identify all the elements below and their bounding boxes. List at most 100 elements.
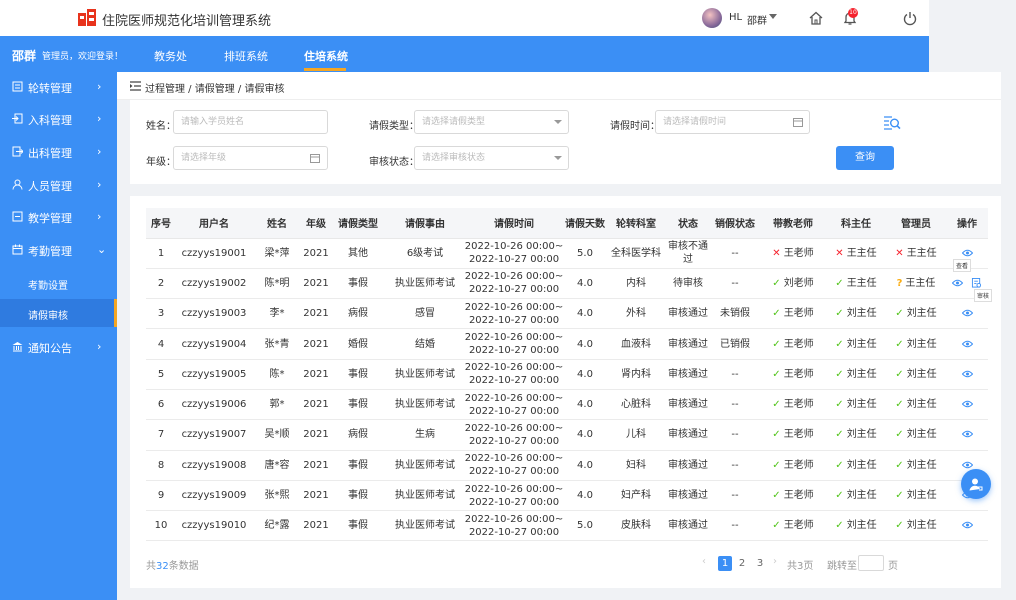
cell-teacher: ✓ 王老师 — [760, 510, 826, 542]
sidebar-item-discharge[interactable]: 出科管理 › — [0, 137, 117, 167]
cell-director: ✓ 王主任 — [826, 268, 886, 300]
welcome-text: 管理员，欢迎登录！ — [42, 52, 124, 62]
cell-username: czzyys19008 — [176, 450, 252, 481]
check-icon: ✓ — [835, 459, 844, 471]
view-icon[interactable] — [961, 339, 973, 350]
sidebar-subitem-leave-review[interactable]: 请假审核 — [0, 299, 117, 327]
cell-leave-type: 婚假 — [330, 328, 386, 360]
cell-reason: 执业医师考试 — [386, 268, 464, 300]
sidebar-item-label: 出科管理 — [28, 147, 72, 160]
leave-start: 2022-10-26 00:00~ — [464, 241, 564, 253]
check-icon: ✓ — [895, 399, 904, 411]
view-icon[interactable] — [961, 429, 973, 440]
cell-director: ✓ 刘主任 — [826, 510, 886, 542]
sidebar-item-teaching[interactable]: 教学管理 › — [0, 202, 117, 232]
cell-leave-time: 2022-10-26 00:00~ 2022-10-27 00:00 — [464, 510, 564, 542]
view-icon[interactable] — [961, 369, 973, 380]
cell-name: 梁*萍 — [252, 238, 302, 269]
grade-picker[interactable] — [173, 146, 328, 170]
next-page-icon[interactable]: › — [773, 556, 777, 567]
nav-item-scheduling[interactable]: 排班系统 — [224, 48, 268, 64]
cell-username: czzyys19003 — [176, 298, 252, 330]
leave-start: 2022-10-26 00:00~ — [464, 332, 564, 344]
sidebar-item-personnel[interactable]: 人员管理 › — [0, 170, 117, 200]
view-icon[interactable] — [961, 248, 973, 259]
check-icon: ✓ — [835, 308, 844, 320]
audit-icon[interactable] — [971, 277, 982, 289]
customer-service-button[interactable] — [961, 469, 991, 499]
leave-end: 2022-10-27 00:00 — [468, 435, 560, 447]
cell-no: 10 — [146, 510, 176, 542]
power-icon[interactable] — [902, 10, 918, 26]
cell-leave-type: 事假 — [330, 268, 386, 300]
home-icon[interactable] — [808, 10, 824, 26]
cell-no: 6 — [146, 389, 176, 421]
sidebar-subitem-label: 请假审核 — [28, 311, 68, 322]
leave-type-select[interactable] — [414, 110, 569, 134]
name-input[interactable] — [173, 110, 328, 134]
leave-start: 2022-10-26 00:00~ — [464, 453, 564, 465]
approver-name: 王老师 — [783, 429, 814, 441]
check-icon: ✓ — [895, 429, 904, 441]
leave-end: 2022-10-27 00:00 — [468, 496, 560, 508]
sidebar-subitem-attendance-settings[interactable]: 考勤设置 — [0, 269, 117, 297]
total-count: 共32条数据 — [146, 557, 199, 572]
sidebar: 轮转管理 › 入科管理 › 出科管理 › 人员管理 › 教学管理 › 考勤管理 … — [0, 72, 117, 600]
user-role[interactable]: 邵群 — [747, 12, 767, 27]
total-suffix: 条数据 — [168, 561, 199, 572]
cell-department: 皮肤科 — [606, 510, 666, 542]
sidebar-item-attendance[interactable]: 考勤管理 ⌄ — [0, 235, 117, 265]
table-row: 9 czzyys19009 张*熙 2021 事假 执业医师考试 2022-10-26 00… — [146, 480, 988, 512]
sidebar-item-admission[interactable]: 入科管理 › — [0, 104, 117, 134]
approver-name: 刘主任 — [906, 368, 937, 380]
cell-days: 5.0 — [564, 238, 606, 269]
view-icon[interactable] — [961, 399, 973, 410]
breadcrumb-bar: 过程管理 / 请假管理 / 请假审核 — [117, 72, 1001, 100]
check-icon: ✓ — [772, 520, 781, 532]
cell-grade: 2021 — [302, 419, 330, 451]
nav-item-academic-affairs[interactable]: 教务处 — [154, 48, 187, 64]
sidebar-item-notices[interactable]: 通知公告 › — [0, 332, 117, 362]
cell-no: 2 — [146, 268, 176, 300]
approver-name: 王老师 — [783, 368, 814, 380]
cell-admin: ✕ 王主任 — [886, 238, 946, 269]
cell-admin: ✓ 刘主任 — [886, 389, 946, 421]
view-icon[interactable] — [952, 278, 963, 289]
view-icon[interactable] — [961, 308, 973, 319]
cell-teacher: ✓ 王老师 — [760, 298, 826, 330]
leave-type-label: 请假类型： — [369, 121, 419, 132]
cell-leave-type: 病假 — [330, 419, 386, 451]
cell-grade: 2021 — [302, 389, 330, 421]
review-status-label: 审核状态： — [369, 157, 419, 168]
advanced-search-icon[interactable] — [883, 115, 901, 131]
leave-start: 2022-10-26 00:00~ — [464, 513, 564, 525]
calendar-icon — [12, 244, 23, 255]
sidebar-item-rotation[interactable]: 轮转管理 › — [0, 72, 117, 102]
nav-item-residency[interactable]: 住培系统 — [304, 48, 348, 64]
cell-grade: 2021 — [302, 450, 330, 481]
cell-department: 全科医学科 — [606, 238, 666, 269]
cell-reason: 6级考试 — [386, 238, 464, 269]
jump-label: 跳转至 — [827, 561, 857, 572]
cell-teacher: ✓ 王老师 — [760, 419, 826, 451]
page-jump-input[interactable] — [858, 555, 884, 571]
avatar[interactable] — [702, 8, 722, 28]
breadcrumb: 过程管理 / 请假管理 / 请假审核 — [145, 84, 285, 95]
notification-badge: 10 — [848, 8, 858, 18]
review-status-select[interactable] — [414, 146, 569, 170]
page-number[interactable]: 3 — [753, 556, 767, 571]
approver-name: 王老师 — [783, 490, 814, 502]
nav-user-name: 邵群 — [12, 49, 37, 63]
prev-page-icon[interactable]: ‹ — [702, 556, 706, 567]
chevron-down-icon[interactable] — [769, 14, 777, 19]
view-icon[interactable] — [961, 520, 973, 531]
table-row: 8 czzyys19008 唐*容 2021 事假 执业医师考试 2022-10-26 00… — [146, 450, 988, 481]
leave-time-picker[interactable] — [655, 110, 810, 134]
menu-fold-icon[interactable] — [130, 81, 141, 91]
cell-grade: 2021 — [302, 480, 330, 512]
user-name[interactable]: HL — [729, 12, 742, 23]
query-button[interactable]: 查询 — [836, 146, 894, 170]
cell-username: czzyys19005 — [176, 359, 252, 390]
page-number[interactable]: 1 — [718, 556, 732, 571]
page-number[interactable]: 2 — [735, 556, 749, 571]
